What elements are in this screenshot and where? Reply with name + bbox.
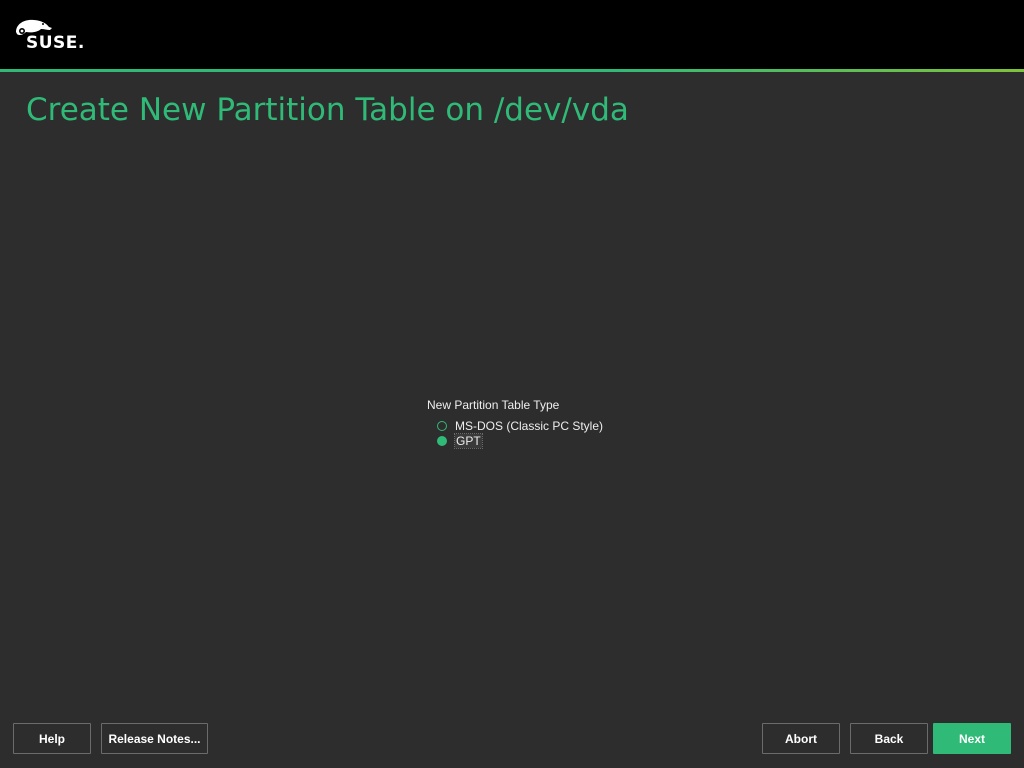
next-button[interactable]: Next (933, 723, 1011, 754)
header-bar: SUSE. (0, 0, 1024, 69)
partition-type-label: New Partition Table Type (427, 398, 560, 412)
radio-msdos[interactable]: MS-DOS (Classic PC Style) (437, 418, 627, 433)
radio-unchecked-icon[interactable] (437, 420, 447, 431)
logo-text: SUSE. (26, 33, 85, 53)
abort-button[interactable]: Abort (762, 723, 840, 754)
back-button[interactable]: Back (850, 723, 928, 754)
radio-gpt-label[interactable]: GPT (454, 432, 483, 449)
page-title: Create New Partition Table on /dev/vda (26, 92, 629, 128)
radio-gpt[interactable]: GPT (437, 432, 627, 449)
release-notes-button[interactable]: Release Notes... (101, 723, 208, 754)
help-button[interactable]: Help (13, 723, 91, 754)
radio-msdos-label[interactable]: MS-DOS (Classic PC Style) (455, 419, 603, 433)
partition-type-group: New Partition Table Type MS-DOS (Classic… (427, 397, 627, 449)
header-accent-line (0, 69, 1024, 72)
radio-checked-icon[interactable] (437, 435, 447, 446)
suse-logo: SUSE. (14, 18, 90, 54)
